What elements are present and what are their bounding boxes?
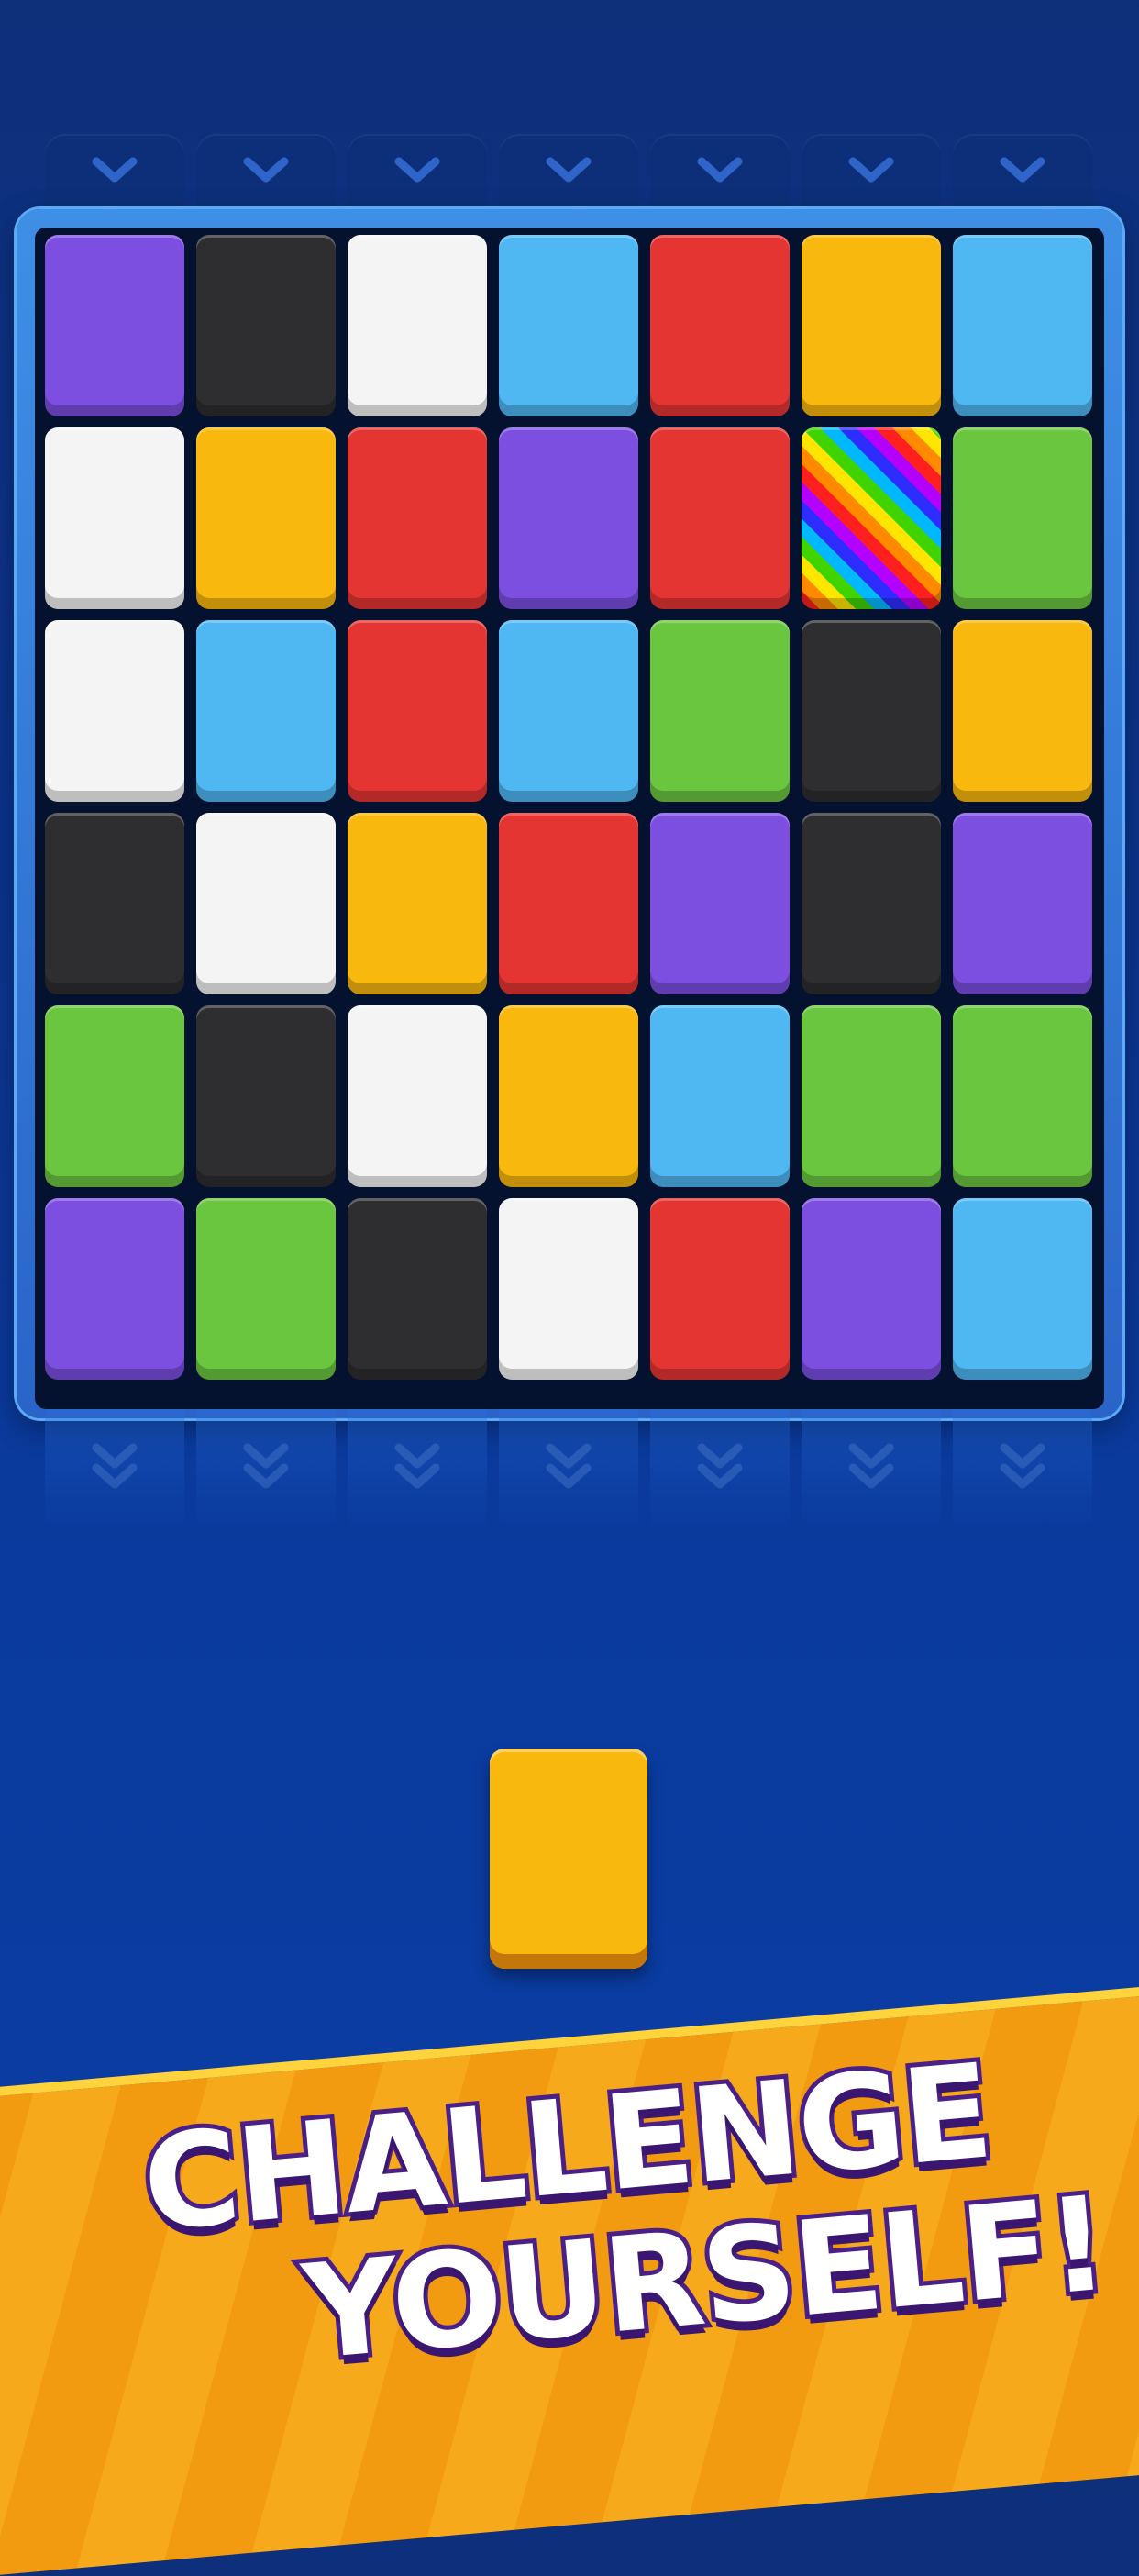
tile-white xyxy=(348,1005,487,1187)
tile-red xyxy=(650,1198,790,1380)
tile-black xyxy=(196,1005,336,1187)
chevron-down-icon xyxy=(848,157,894,183)
tile-purple xyxy=(650,813,790,994)
double-chevron-down-icon xyxy=(89,1438,140,1495)
next-tile[interactable] xyxy=(490,1749,647,1969)
column-tab-1[interactable] xyxy=(45,134,184,220)
tile-blue xyxy=(196,620,336,802)
double-chevron-down-icon xyxy=(240,1438,292,1495)
tile-yellow xyxy=(196,427,336,609)
tile-yellow xyxy=(953,620,1092,802)
tile-blue xyxy=(953,1198,1092,1380)
tile-green xyxy=(953,1005,1092,1187)
tile-black xyxy=(196,235,336,416)
column-tab-2[interactable] xyxy=(196,134,336,220)
tile-purple xyxy=(953,813,1092,994)
tile-green xyxy=(196,1198,336,1380)
tile-red xyxy=(348,620,487,802)
column-tab-4[interactable] xyxy=(499,134,638,220)
chevron-down-icon xyxy=(1000,157,1045,183)
tile-red xyxy=(650,427,790,609)
tile-purple xyxy=(45,1198,184,1380)
tile-blue xyxy=(499,620,638,802)
tile-purple xyxy=(802,1198,941,1380)
tile-black xyxy=(802,620,941,802)
tile-rainbow xyxy=(802,427,941,609)
tile-purple xyxy=(499,427,638,609)
column-tab-3[interactable] xyxy=(348,134,487,220)
tile-black xyxy=(348,1198,487,1380)
column-tab-5[interactable] xyxy=(650,134,790,220)
tile-black xyxy=(802,813,941,994)
chevron-down-icon xyxy=(697,157,743,183)
double-chevron-down-icon xyxy=(543,1438,594,1495)
tile-white xyxy=(348,235,487,416)
tile-blue xyxy=(499,235,638,416)
chevron-down-icon xyxy=(394,157,440,183)
tile-red xyxy=(650,235,790,416)
column-tab-7[interactable] xyxy=(953,134,1092,220)
tile-blue xyxy=(650,1005,790,1187)
column-tab-6[interactable] xyxy=(802,134,941,220)
double-chevron-down-icon xyxy=(694,1438,746,1495)
double-chevron-down-icon xyxy=(846,1438,897,1495)
tile-red xyxy=(348,427,487,609)
tile-white xyxy=(196,813,336,994)
tile-green xyxy=(650,620,790,802)
tile-green xyxy=(953,427,1092,609)
tile-green xyxy=(45,1005,184,1187)
double-chevron-down-icon xyxy=(997,1438,1048,1495)
tile-yellow xyxy=(348,813,487,994)
tile-white xyxy=(499,1198,638,1380)
chevron-down-icon xyxy=(92,157,138,183)
tile-white xyxy=(45,427,184,609)
tile-yellow xyxy=(499,1005,638,1187)
double-chevron-down-icon xyxy=(392,1438,443,1495)
tile-blue xyxy=(953,235,1092,416)
chevron-down-icon xyxy=(546,157,592,183)
tile-white xyxy=(45,620,184,802)
tile-black xyxy=(45,813,184,994)
chevron-down-icon xyxy=(243,157,289,183)
tile-purple xyxy=(45,235,184,416)
tile-yellow xyxy=(802,235,941,416)
tile-red xyxy=(499,813,638,994)
tile-green xyxy=(802,1005,941,1187)
